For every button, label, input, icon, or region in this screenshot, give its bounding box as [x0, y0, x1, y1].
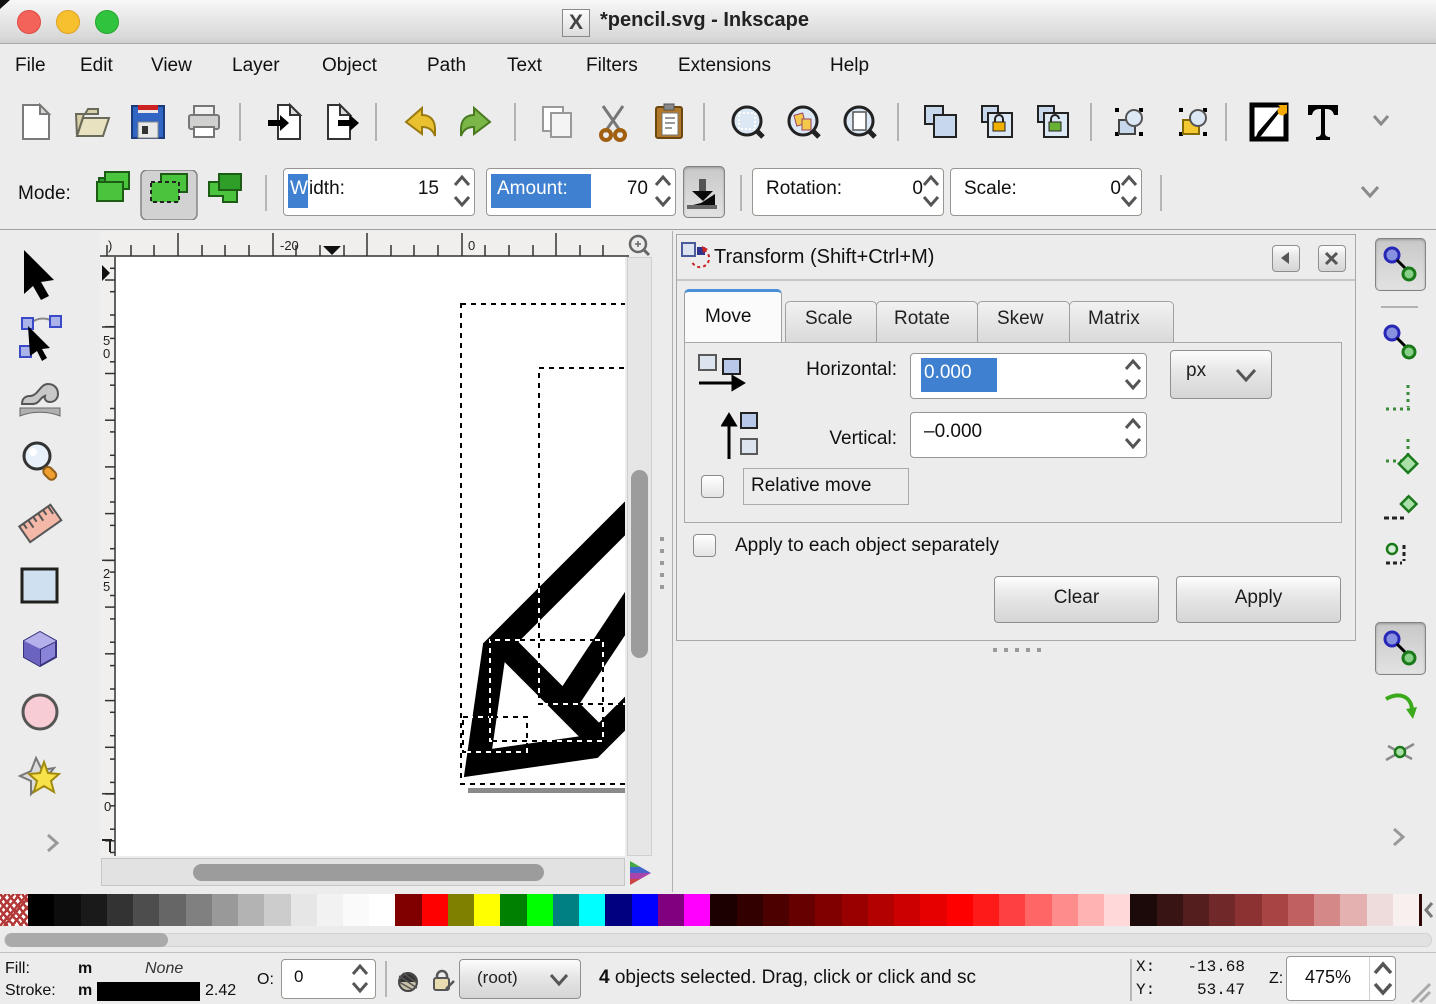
- svg-text:5: 5: [103, 579, 110, 594]
- svg-text:): ): [108, 238, 112, 253]
- svg-text:0: 0: [103, 346, 110, 361]
- svg-text:0: 0: [104, 799, 111, 814]
- svg-text:-20: -20: [280, 238, 299, 253]
- svg-text:0: 0: [468, 238, 475, 253]
